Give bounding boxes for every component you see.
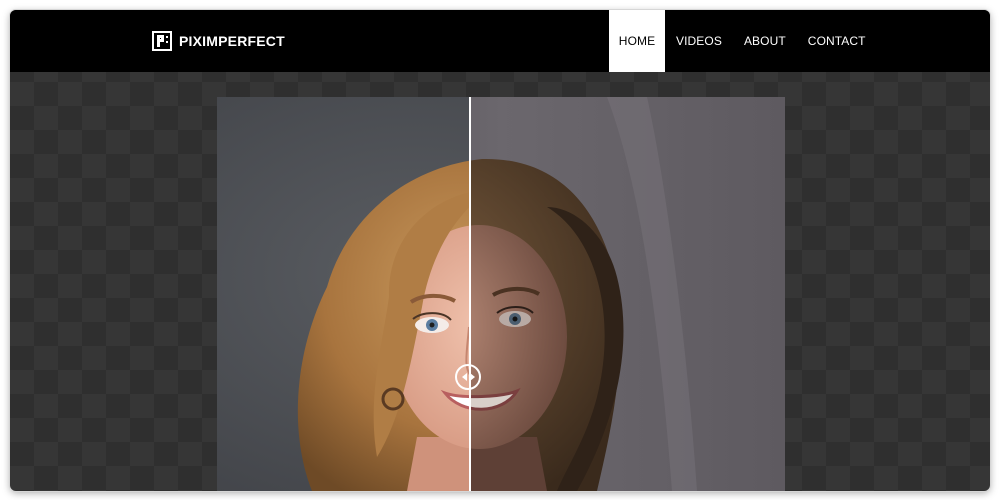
brand-logo[interactable]: PIXIMPERFECT [152,29,285,53]
nav-item-home[interactable]: HOME [609,10,665,72]
navbar: PIXIMPERFECT HOME VIDEOS ABOUT CONTACT [10,10,990,72]
brand-name: PIXIMPERFECT [179,33,285,49]
main-nav: HOME VIDEOS ABOUT CONTACT [609,10,877,72]
pi-logo-icon [152,31,172,51]
comparison-divider[interactable] [469,97,471,491]
portrait-image [217,97,785,491]
right-arrow-icon [469,373,475,381]
browser-frame: PIXIMPERFECT HOME VIDEOS ABOUT CONTACT [10,10,990,491]
left-arrow-icon [461,373,467,381]
nav-item-contact[interactable]: CONTACT [797,10,877,72]
nav-item-videos[interactable]: VIDEOS [665,10,733,72]
before-after-comparison[interactable] [217,97,785,491]
nav-item-about[interactable]: ABOUT [733,10,797,72]
slider-handle[interactable] [455,364,481,390]
